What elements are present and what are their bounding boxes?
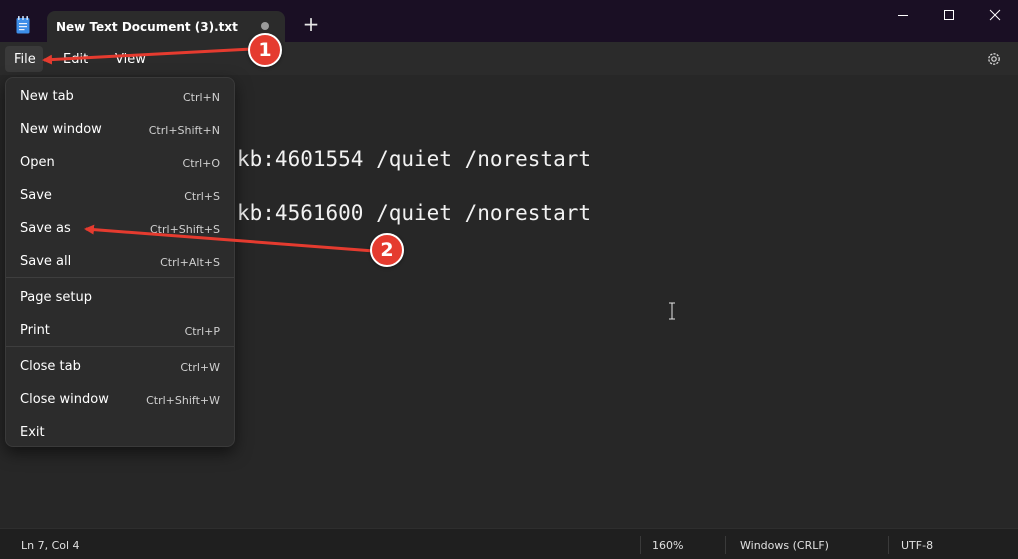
- maximize-icon: [944, 10, 954, 20]
- cursor-position: Ln 7, Col 4: [21, 539, 80, 552]
- status-bar: Ln 7, Col 4 160% Windows (CRLF) UTF-8: [0, 528, 1018, 559]
- menu-item-shortcut: Ctrl+W: [180, 361, 220, 374]
- menu-item-label: Save: [20, 188, 52, 203]
- menu-separator: [6, 277, 234, 278]
- menu-item-label: Open: [20, 155, 55, 170]
- menu-item-close-window[interactable]: Close window Ctrl+Shift+W: [6, 383, 234, 413]
- menu-item-save-all[interactable]: Save all Ctrl+Alt+S: [6, 245, 234, 275]
- menu-item-label: Close tab: [20, 359, 81, 374]
- menu-separator: [6, 346, 234, 347]
- menu-item-label: Exit: [20, 425, 45, 440]
- menu-item-shortcut: Ctrl+P: [184, 325, 220, 338]
- editor-line: kb:4561600 /quiet /norestart: [237, 201, 592, 225]
- maximize-button[interactable]: [926, 0, 972, 32]
- menu-item-close-tab[interactable]: Close tab Ctrl+W: [6, 350, 234, 380]
- close-window-button[interactable]: [972, 0, 1018, 32]
- menu-item-page-setup[interactable]: Page setup: [6, 281, 234, 311]
- gear-icon[interactable]: [986, 51, 1002, 67]
- close-icon: [989, 9, 1001, 21]
- encoding[interactable]: UTF-8: [901, 539, 933, 552]
- file-menu: New tab Ctrl+N New window Ctrl+Shift+N O…: [5, 77, 235, 447]
- minimize-button[interactable]: [880, 0, 926, 32]
- menu-file[interactable]: File: [5, 46, 43, 72]
- menu-item-shortcut: Ctrl+Alt+S: [160, 256, 220, 269]
- menu-item-new-tab[interactable]: New tab Ctrl+N: [6, 80, 234, 110]
- status-divider: [888, 536, 889, 554]
- menu-item-label: Save all: [20, 254, 72, 269]
- menu-item-shortcut: Ctrl+O: [182, 157, 220, 170]
- text-cursor-icon: [669, 302, 675, 320]
- annotation-badge-2: 2: [370, 233, 404, 267]
- menu-item-label: Close window: [20, 392, 109, 407]
- status-divider: [640, 536, 641, 554]
- menu-item-label: New window: [20, 122, 102, 137]
- new-tab-button[interactable]: +: [302, 14, 320, 34]
- unsaved-dot-icon[interactable]: [261, 22, 269, 30]
- menu-item-print[interactable]: Print Ctrl+P: [6, 314, 234, 344]
- menu-item-label: Page setup: [20, 290, 92, 305]
- editor-line: kb:4601554 /quiet /norestart: [237, 147, 592, 171]
- notepad-icon: [16, 16, 30, 34]
- menu-item-shortcut: Ctrl+Shift+S: [150, 223, 220, 236]
- menu-item-save-as[interactable]: Save as Ctrl+Shift+S: [6, 212, 234, 242]
- tab-title: New Text Document (3).txt: [56, 20, 238, 34]
- menu-item-label: Print: [20, 323, 50, 338]
- menu-view[interactable]: View: [115, 52, 146, 67]
- line-ending[interactable]: Windows (CRLF): [740, 539, 829, 552]
- menu-item-shortcut: Ctrl+S: [184, 190, 220, 203]
- menu-item-exit[interactable]: Exit: [6, 416, 234, 446]
- document-tab[interactable]: New Text Document (3).txt: [47, 11, 285, 42]
- menu-item-shortcut: Ctrl+Shift+N: [148, 124, 220, 137]
- menu-item-shortcut: Ctrl+N: [182, 91, 220, 104]
- menu-item-open[interactable]: Open Ctrl+O: [6, 146, 234, 176]
- menu-file-label: File: [14, 52, 36, 67]
- menu-item-save[interactable]: Save Ctrl+S: [6, 179, 234, 209]
- menu-edit[interactable]: Edit: [63, 52, 88, 67]
- title-bar: New Text Document (3).txt +: [0, 0, 1018, 42]
- zoom-level[interactable]: 160%: [652, 539, 683, 552]
- annotation-badge-1: 1: [248, 33, 282, 67]
- menu-item-label: Save as: [20, 221, 71, 236]
- menu-item-new-window[interactable]: New window Ctrl+Shift+N: [6, 113, 234, 143]
- status-divider: [725, 536, 726, 554]
- menu-item-shortcut: Ctrl+Shift+W: [146, 394, 220, 407]
- minimize-icon: [898, 15, 908, 16]
- menu-bar: File Edit View: [0, 42, 1018, 75]
- menu-item-label: New tab: [20, 89, 74, 104]
